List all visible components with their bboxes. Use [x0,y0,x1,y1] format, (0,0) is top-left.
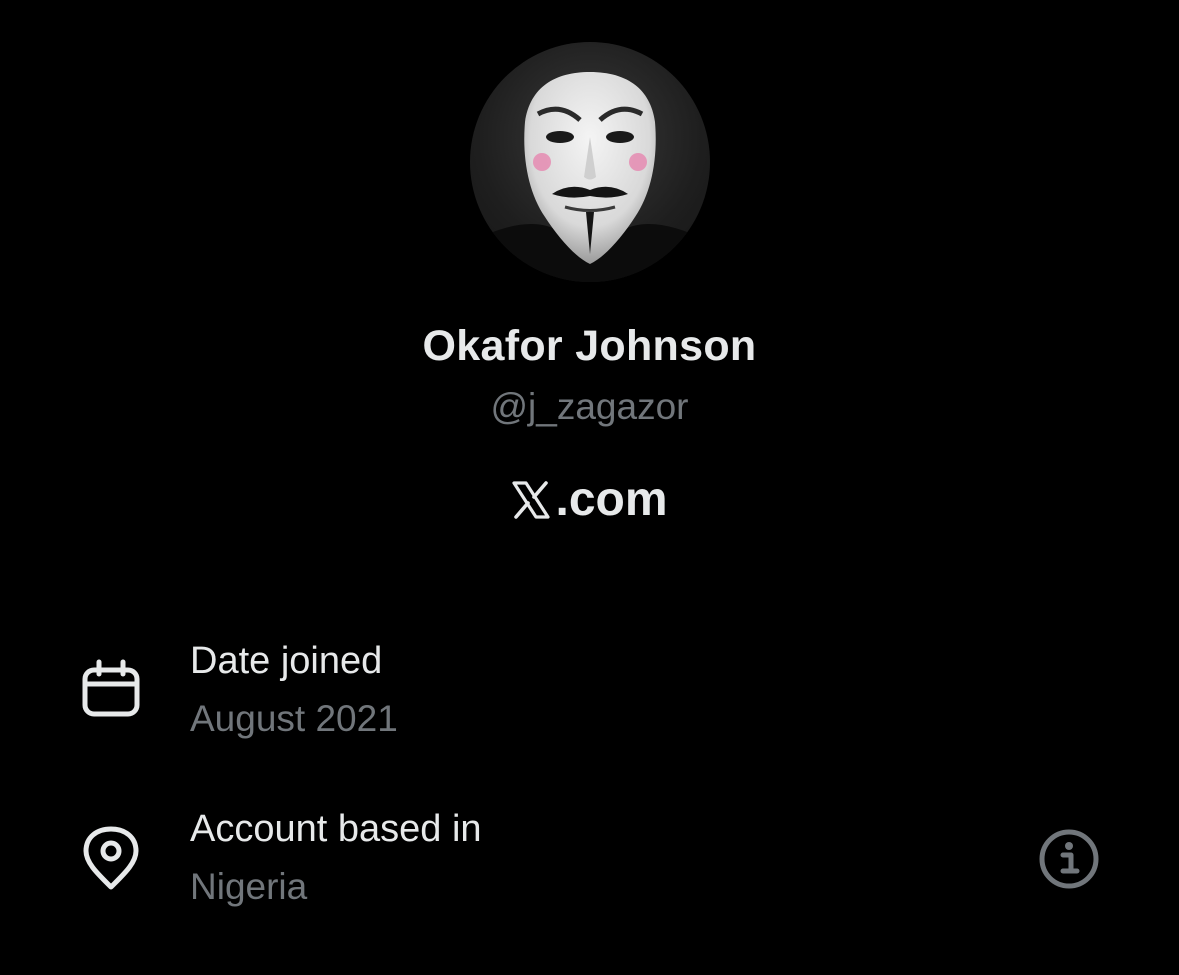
location-pin-icon [83,826,139,890]
profile-avatar[interactable] [470,42,710,282]
info-icon[interactable] [1036,826,1102,892]
date-joined-label: Date joined [190,640,383,682]
date-joined-value: August 2021 [190,698,398,739]
account-based-value: Nigeria [190,866,308,907]
brand-link[interactable]: .com [0,472,1179,527]
date-joined-row: Date joined August 2021 [0,636,1179,746]
x-logo-icon [512,480,551,519]
brand-text: .com [555,473,668,526]
account-based-row: Account based in Nigeria [0,804,1179,914]
anonymous-mask-avatar [470,72,710,282]
display-name: Okafor Johnson [422,322,757,370]
username-handle[interactable]: @j_zagazor [0,386,1179,428]
calendar-icon [82,659,140,717]
account-based-label: Account based in [190,808,482,850]
